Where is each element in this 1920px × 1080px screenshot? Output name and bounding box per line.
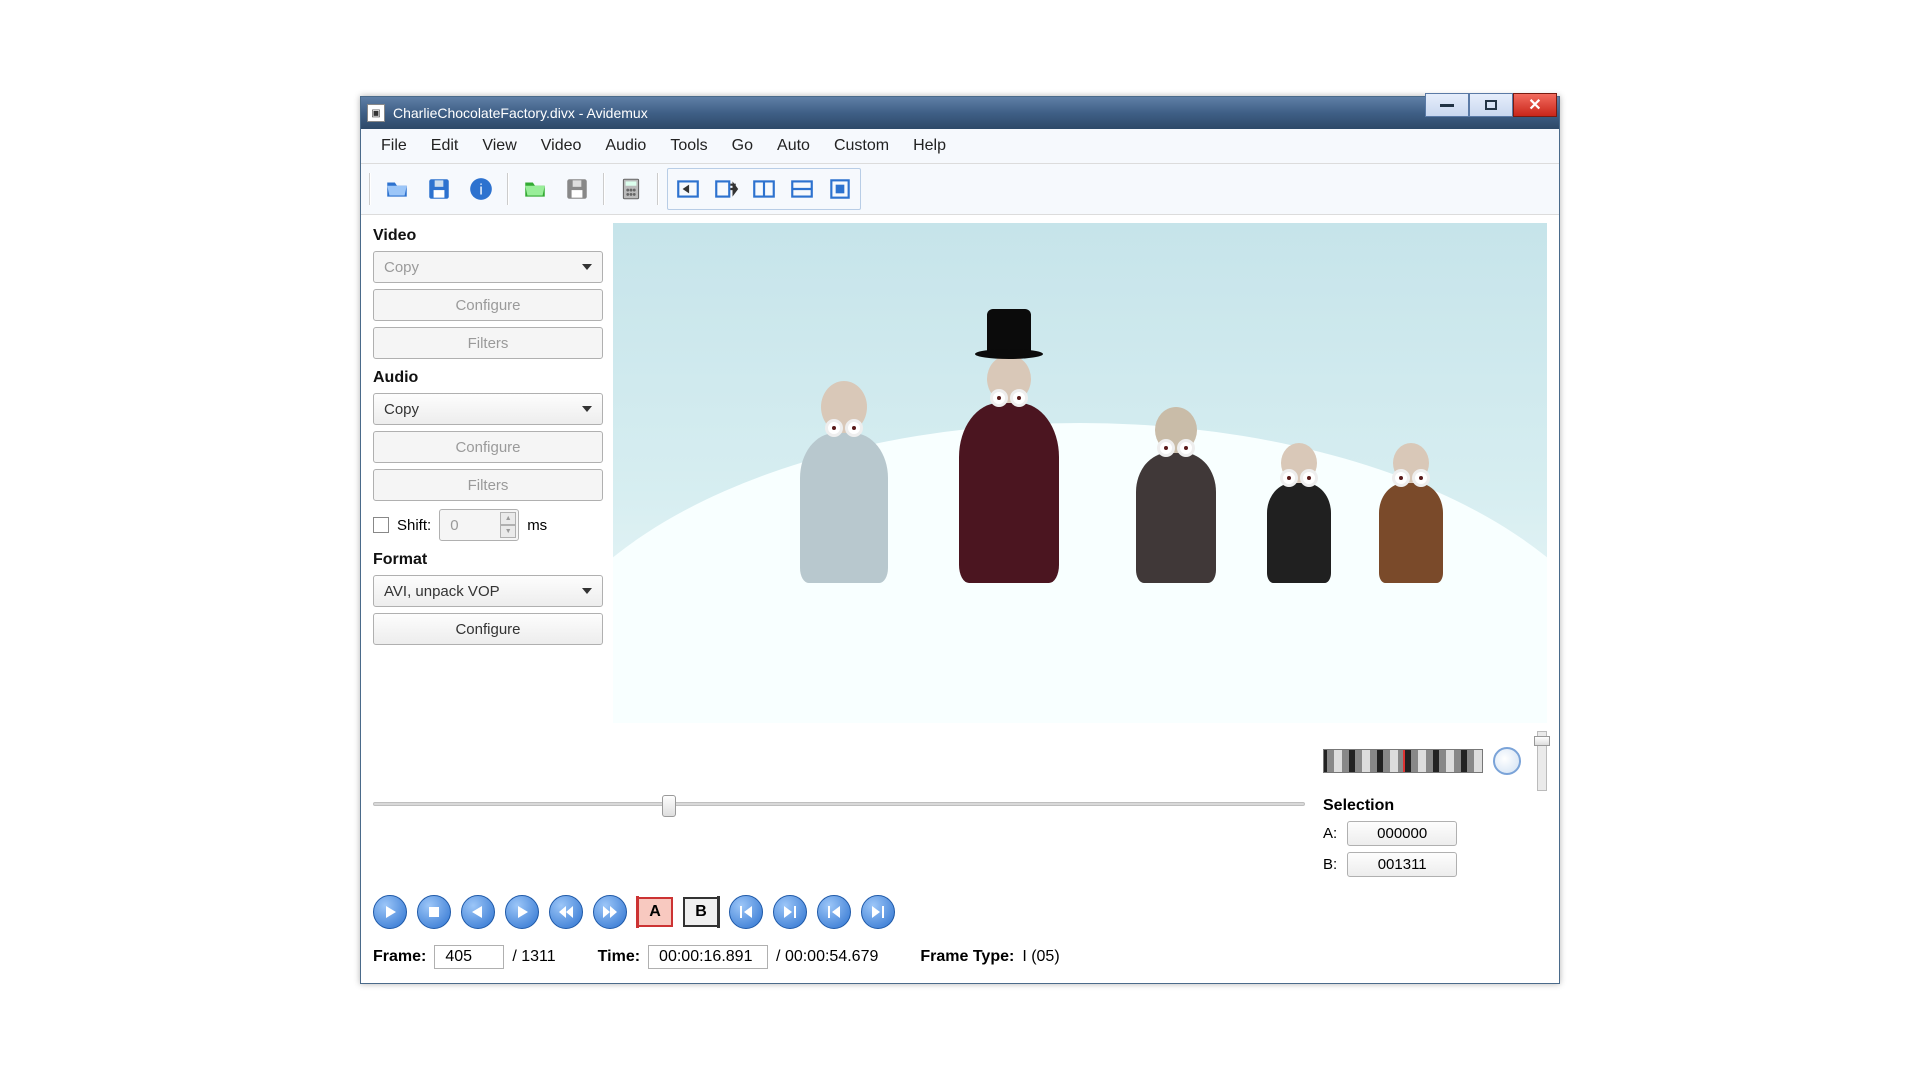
svg-text:i: i [479,181,482,198]
set-mark-b-button[interactable]: B [683,897,719,927]
selection-b-label: B: [1323,856,1337,873]
insert-icon[interactable] [670,171,706,207]
shift-label: Shift: [397,517,431,534]
append-icon[interactable] [708,171,744,207]
split-vert-icon[interactable] [746,171,782,207]
video-codec-combo[interactable]: Copy [373,251,603,283]
shift-down-icon[interactable]: ▼ [500,525,516,538]
open-project-icon[interactable] [517,171,553,207]
shift-up-icon[interactable]: ▲ [500,512,516,525]
video-configure-button[interactable]: Configure [373,289,603,321]
fastfwd-button[interactable] [593,895,627,929]
audio-label: Audio [373,369,603,387]
save-project-icon[interactable] [559,171,595,207]
format-configure-button[interactable]: Configure [373,613,603,645]
menu-tools[interactable]: Tools [660,135,717,157]
save-icon[interactable] [421,171,457,207]
frame-total: / 1311 [512,948,555,966]
crop-icon[interactable] [822,171,858,207]
frame-value-input[interactable]: 405 [434,945,504,969]
menu-auto[interactable]: Auto [767,135,820,157]
seek-slider[interactable] [373,795,1305,813]
shuttle-dial-icon[interactable] [1493,747,1521,775]
titlebar[interactable]: ▣ CharlieChocolateFactory.divx - Avidemu… [361,97,1559,129]
toolbar: i [361,164,1559,215]
selection-a-label: A: [1323,825,1337,842]
status-bar: Frame: 405 / 1311 Time: 00:00:16.891 / 0… [373,945,1547,969]
seek-thumb[interactable] [662,795,676,817]
audio-configure-button[interactable]: Configure [373,431,603,463]
first-frame-button[interactable] [817,895,851,929]
audio-filters-button[interactable]: Filters [373,469,603,501]
menu-view[interactable]: View [472,135,526,157]
info-icon[interactable]: i [463,171,499,207]
calculator-icon[interactable] [613,171,649,207]
goto-mark-a-button[interactable] [729,895,763,929]
frame-label: Frame: [373,948,426,966]
menu-audio[interactable]: Audio [595,135,656,157]
video-filters-button[interactable]: Filters [373,327,603,359]
menubar: File Edit View Video Audio Tools Go Auto… [361,129,1559,164]
frametype-label: Frame Type: [920,948,1014,966]
rewind-button[interactable] [549,895,583,929]
menu-file[interactable]: File [371,135,417,157]
selection-b-value: 001311 [1347,852,1457,877]
shift-value: 0 [450,517,458,534]
jog-wheel[interactable] [1323,749,1483,773]
video-label: Video [373,227,603,245]
menu-go[interactable]: Go [722,135,763,157]
set-mark-a-button[interactable]: A [637,897,673,927]
menu-custom[interactable]: Custom [824,135,899,157]
menu-help[interactable]: Help [903,135,956,157]
stop-button[interactable] [417,895,451,929]
prev-frame-button[interactable] [461,895,495,929]
window-title: CharlieChocolateFactory.divx - Avidemux [393,105,648,121]
format-combo[interactable]: AVI, unpack VOP [373,575,603,607]
menu-edit[interactable]: Edit [421,135,469,157]
volume-slider[interactable] [1537,731,1547,791]
last-frame-button[interactable] [861,895,895,929]
frametype-value: I (05) [1022,948,1059,966]
shift-unit: ms [527,517,547,534]
selection-label: Selection [1323,797,1493,815]
app-icon: ▣ [367,104,385,122]
play-button[interactable] [373,895,407,929]
maximize-button[interactable] [1469,93,1513,117]
audio-codec-combo[interactable]: Copy [373,393,603,425]
transport-bar: A B [373,895,1547,929]
open-icon[interactable] [379,171,415,207]
video-codec-value: Copy [384,259,419,276]
format-value: AVI, unpack VOP [384,583,500,600]
split-horiz-icon[interactable] [784,171,820,207]
minimize-button[interactable] [1425,93,1469,117]
time-total: / 00:00:54.679 [776,948,878,966]
selection-a-value: 000000 [1347,821,1457,846]
video-preview [613,223,1547,723]
shift-checkbox[interactable] [373,517,389,533]
app-window: ▣ CharlieChocolateFactory.divx - Avidemu… [360,96,1560,984]
time-value-input[interactable]: 00:00:16.891 [648,945,768,969]
time-label: Time: [598,948,640,966]
goto-mark-b-button[interactable] [773,895,807,929]
sidebar: Video Copy Configure Filters Audio Copy … [373,223,603,723]
menu-video[interactable]: Video [531,135,592,157]
shift-value-input[interactable]: 0 ▲▼ [439,509,519,541]
format-label: Format [373,551,603,569]
audio-codec-value: Copy [384,401,419,418]
next-frame-button[interactable] [505,895,539,929]
close-button[interactable]: ✕ [1513,93,1557,117]
